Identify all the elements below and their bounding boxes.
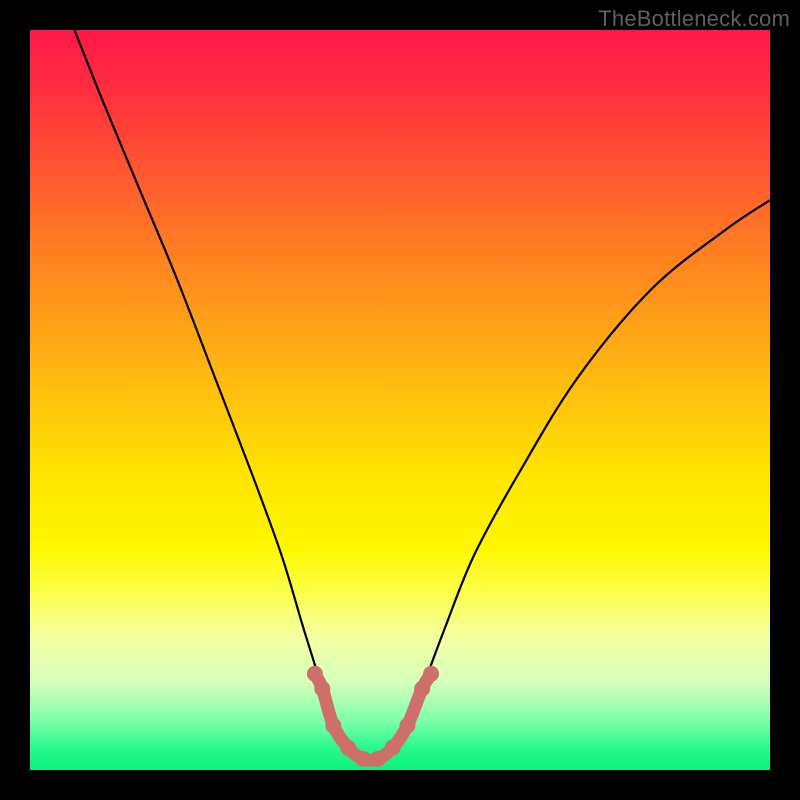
chart-overlay — [30, 30, 770, 770]
valley-dot — [314, 681, 330, 697]
valley-dot — [423, 666, 439, 682]
chart-frame: TheBottleneck.com — [0, 0, 800, 800]
watermark-text: TheBottleneck.com — [598, 6, 790, 32]
valley-dot — [307, 666, 323, 682]
valley-dot — [399, 718, 415, 734]
valley-dot — [325, 718, 341, 734]
valley-dot — [340, 740, 356, 756]
valley-dot — [414, 681, 430, 697]
valley-marker-line — [315, 674, 431, 760]
valley-dot — [385, 740, 401, 756]
valley-dot — [370, 751, 386, 767]
valley-dot — [355, 751, 371, 767]
bottleneck-curve — [74, 30, 770, 760]
